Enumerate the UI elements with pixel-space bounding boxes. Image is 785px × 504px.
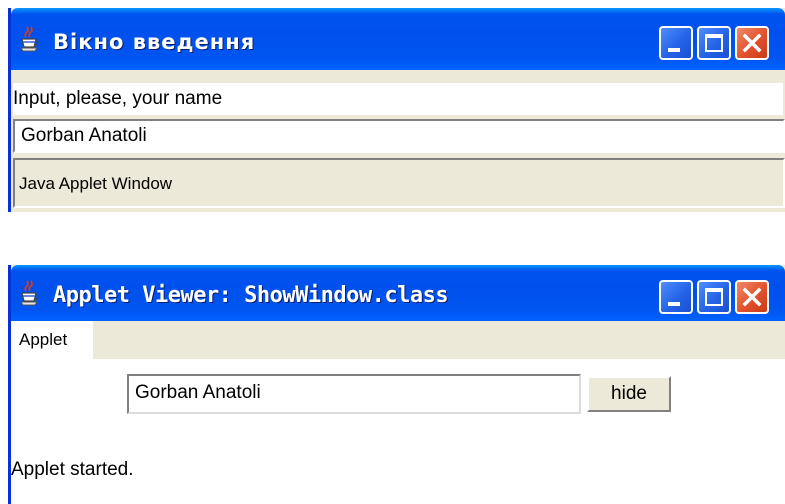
name-prompt-label: Input, please, your name (13, 83, 783, 115)
minimize-icon (668, 302, 680, 306)
hide-button[interactable]: hide (587, 376, 671, 412)
minimize-icon (668, 48, 680, 52)
menu-applet[interactable]: Applet (11, 321, 93, 359)
maximize-button[interactable] (697, 26, 731, 60)
java-cup-icon[interactable] (15, 280, 43, 306)
applet-window-warning: Java Applet Window (13, 158, 785, 208)
close-icon (742, 287, 762, 307)
minimize-button[interactable] (659, 26, 693, 60)
applet-viewer-titlebar[interactable]: Applet Viewer: ShowWindow.class (11, 265, 785, 321)
window-title: Applet Viewer: ShowWindow.class (53, 283, 449, 308)
close-button[interactable] (735, 26, 769, 60)
maximize-button[interactable] (697, 280, 731, 314)
name-input[interactable]: Gorban Anatoli (13, 119, 785, 153)
close-button[interactable] (735, 280, 769, 314)
window-title: Вікно введення (53, 30, 256, 54)
maximize-icon (705, 288, 723, 306)
close-icon (742, 33, 762, 53)
minimize-button[interactable] (659, 280, 693, 314)
java-cup-icon[interactable] (15, 26, 43, 52)
input-window-titlebar[interactable]: Вікно введення (11, 8, 785, 70)
input-window: Вікно введення Input, please, your name … (8, 8, 785, 212)
applet-panel: Gorban Anatoli hide Applet started. (11, 359, 785, 504)
name-display-field[interactable]: Gorban Anatoli (127, 374, 581, 414)
status-bar-text: Applet started. (11, 459, 134, 480)
menu-bar: Applet (11, 321, 785, 359)
applet-viewer-window: Applet Viewer: ShowWindow.class Applet G… (8, 265, 785, 504)
maximize-icon (705, 34, 723, 52)
